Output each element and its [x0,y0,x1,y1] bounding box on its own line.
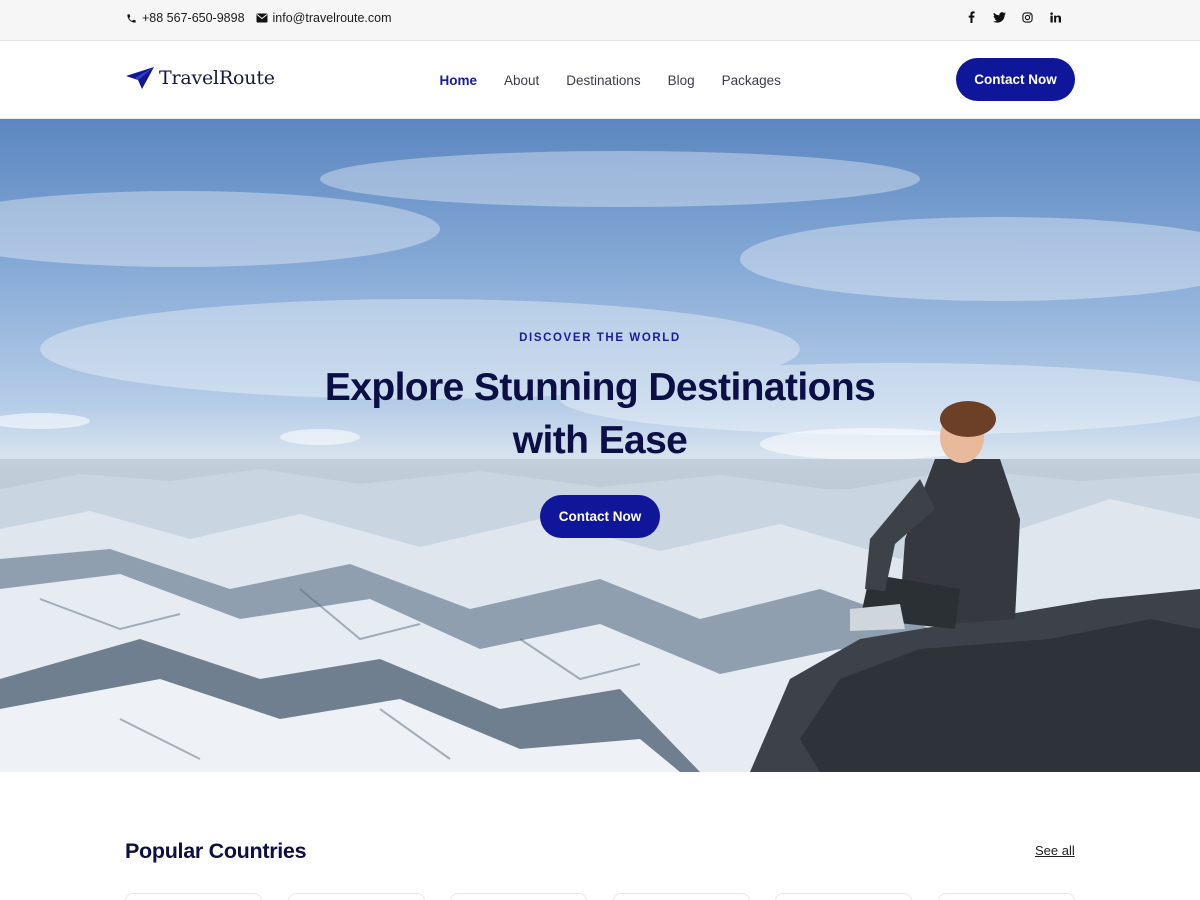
country-cards [125,893,1100,900]
section-title: Popular Countries [125,839,307,863]
main-header: TravelRoute Home About Destinations Blog… [0,42,1200,119]
country-card[interactable] [612,893,750,900]
phone-link[interactable]: +88 567-650-9898 [126,11,245,25]
main-nav: Home About Destinations Blog Packages [426,42,794,119]
twitter-link[interactable] [985,7,1013,27]
contact-info: +88 567-650-9898 info@travelroute.com [126,0,403,36]
phone-icon [127,13,136,23]
facebook-icon [968,11,975,23]
social-links [957,0,1069,34]
see-all-link[interactable]: See all [1035,843,1075,858]
nav-packages[interactable]: Packages [708,73,794,88]
country-card[interactable] [450,893,587,900]
paper-plane-icon [126,67,154,89]
top-info-bar: +88 567-650-9898 info@travelroute.com [0,0,1200,41]
country-card[interactable] [937,893,1075,900]
hero-section: DISCOVER THE WORLD Explore Stunning Dest… [0,119,1200,772]
facebook-link[interactable] [957,7,985,27]
site-logo[interactable]: TravelRoute [126,66,275,90]
instagram-link[interactable] [1013,7,1041,27]
twitter-icon [992,11,1006,23]
envelope-icon [256,13,268,23]
hero-eyebrow: DISCOVER THE WORLD [519,332,681,344]
nav-blog[interactable]: Blog [654,73,708,88]
country-card[interactable] [775,893,912,900]
email-link[interactable]: info@travelroute.com [256,11,392,25]
phone-number: +88 567-650-9898 [142,11,245,25]
nav-destinations[interactable]: Destinations [553,73,654,88]
linkedin-link[interactable] [1041,7,1069,27]
hero-contact-button[interactable]: Contact Now [540,495,660,538]
nav-about[interactable]: About [491,73,553,88]
header-contact-button[interactable]: Contact Now [956,58,1075,101]
nav-home[interactable]: Home [426,73,491,88]
country-card[interactable] [287,893,425,900]
hero-title: Explore Stunning Destinations with Ease [324,366,876,462]
logo-text: TravelRoute [159,67,275,89]
email-address: info@travelroute.com [272,11,392,25]
country-card[interactable] [125,893,262,900]
linkedin-icon [1049,11,1061,23]
instagram-icon [1021,11,1033,23]
